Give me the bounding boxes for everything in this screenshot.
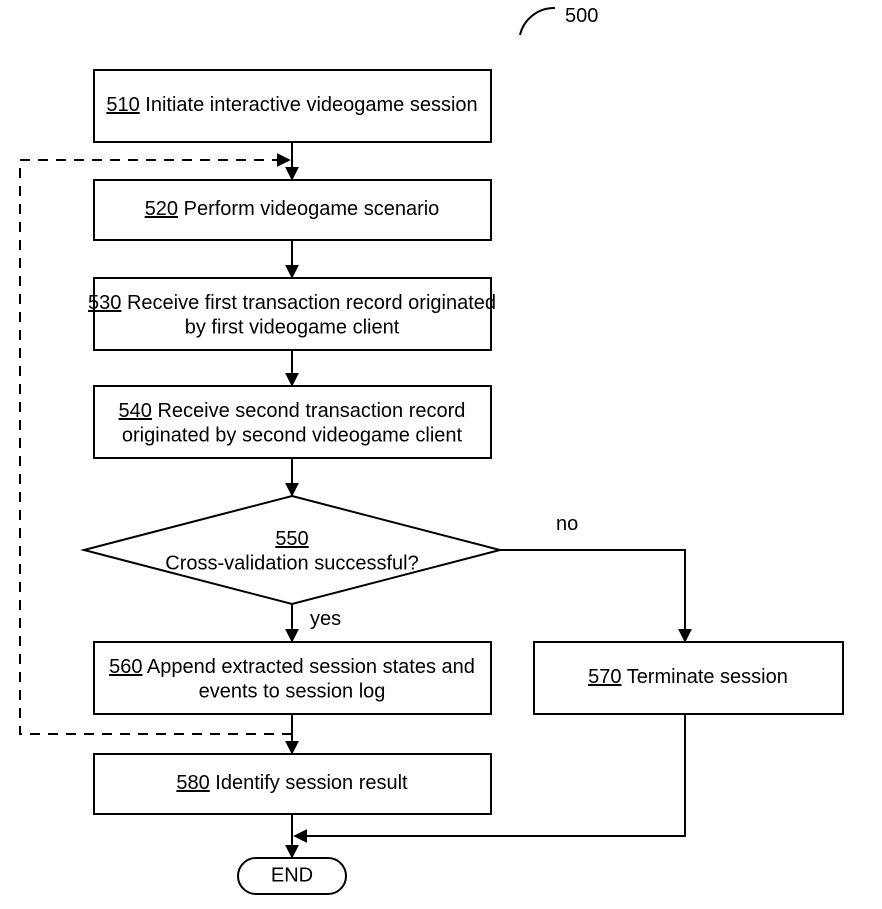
step-540-line1: Receive second transaction record xyxy=(157,400,465,422)
terminator-end-label: END xyxy=(271,864,313,886)
step-530-receive-first-record: 530 Receive first transaction record ori… xyxy=(88,278,496,350)
step-510-initiate-session: 510 Initiate interactive videogame sessi… xyxy=(94,70,491,142)
step-570-num: 570 xyxy=(588,666,621,688)
figure-ref-label: 500 xyxy=(565,5,598,27)
svg-text:560 Append extra: 560 Append extracted session states and xyxy=(109,656,475,678)
step-560-line2: events to session log xyxy=(199,680,386,702)
step-520-num: 520 xyxy=(145,198,178,220)
svg-text:530 Receive firs: 530 Receive first transaction record ori… xyxy=(88,292,496,314)
flowchart: 500 510 Initiate interactive videogame s… xyxy=(0,0,882,909)
svg-text:510 Initiate int: 510 Initiate interactive videogame sessi… xyxy=(106,94,477,116)
decision-550-cross-validation: 550 Cross-validation successful? xyxy=(84,496,500,604)
decision-550-text: Cross-validation successful? xyxy=(165,552,418,574)
edge-550-570-no xyxy=(500,550,685,640)
decision-550-num: 550 xyxy=(275,528,308,550)
step-570-terminate-session: 570 Terminate session xyxy=(534,642,843,714)
step-540-line2: originated by second videogame client xyxy=(122,424,463,446)
step-560-num: 560 xyxy=(109,656,142,678)
step-520-text: Perform videogame scenario xyxy=(184,198,440,220)
step-530-num: 530 xyxy=(88,292,121,314)
step-520-perform-scenario: 520 Perform videogame scenario xyxy=(94,180,491,240)
step-570-text: Terminate session xyxy=(627,666,788,688)
step-540-num: 540 xyxy=(119,400,152,422)
svg-text:570 Terminate se: 570 Terminate session xyxy=(588,666,788,688)
step-560-line1: Append extracted session states and xyxy=(147,656,475,678)
step-580-num: 580 xyxy=(176,772,209,794)
step-510-text: Initiate interactive videogame session xyxy=(145,94,477,116)
svg-text:540 Receive seco: 540 Receive second transaction record xyxy=(119,400,466,422)
step-510-num: 510 xyxy=(106,94,139,116)
svg-text:520 Perform vide: 520 Perform videogame scenario xyxy=(145,198,440,220)
label-yes: yes xyxy=(310,608,341,630)
terminator-end: END xyxy=(238,858,346,894)
step-530-line1: Receive first transaction record origina… xyxy=(127,292,496,314)
step-560-append-log: 560 Append extracted session states and … xyxy=(94,642,491,714)
label-no: no xyxy=(556,513,578,535)
svg-text:550: 550 xyxy=(275,528,308,550)
svg-text:580 Identify ses: 580 Identify session result xyxy=(176,772,408,794)
step-540-receive-second-record: 540 Receive second transaction record or… xyxy=(94,386,491,458)
step-580-text: Identify session result xyxy=(215,772,408,794)
step-530-line2: by first videogame client xyxy=(185,316,400,338)
figure-ref: 500 xyxy=(520,5,598,35)
step-580-identify-result: 580 Identify session result xyxy=(94,754,491,814)
